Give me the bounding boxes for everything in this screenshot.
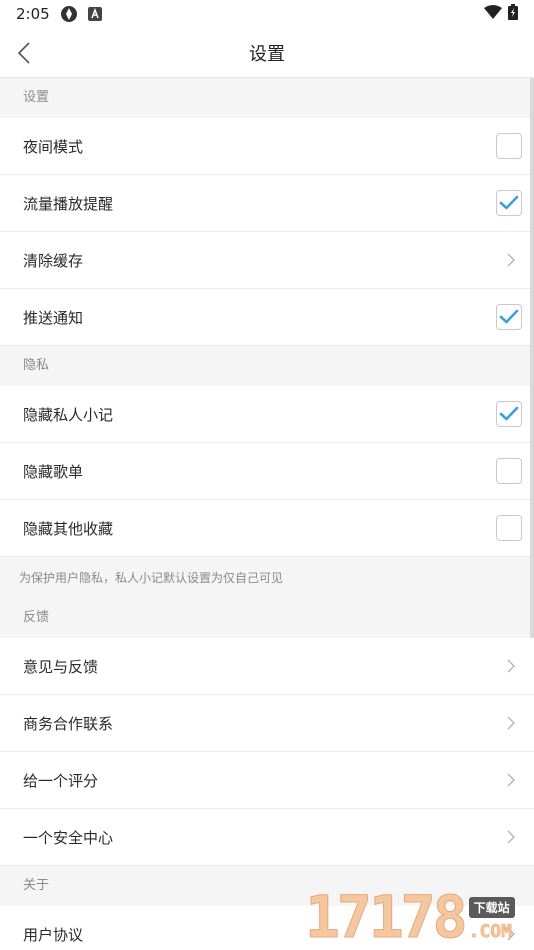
chevron-right-icon	[507, 253, 515, 267]
chevron-right-icon-wrap	[504, 830, 522, 844]
chevron-left-icon	[17, 42, 30, 64]
chevron-right-icon	[507, 773, 515, 787]
battery-icon	[508, 4, 518, 24]
checkbox-checked[interactable]	[496, 304, 522, 330]
scrollbar[interactable]	[530, 78, 534, 638]
settings-row[interactable]: 推送通知	[0, 289, 534, 346]
section-header: 反馈	[0, 598, 534, 638]
settings-row[interactable]: 一个安全中心	[0, 809, 534, 866]
checkmark-icon	[499, 195, 519, 210]
row-label: 推送通知	[23, 308, 84, 327]
settings-row[interactable]: 给一个评分	[0, 752, 534, 809]
watermark-domain: .COM	[468, 921, 512, 943]
settings-row[interactable]: 夜间模式	[0, 118, 534, 175]
checkbox-unchecked[interactable]	[496, 133, 522, 159]
watermark-badge: 下载站	[468, 897, 515, 918]
nav-bar: 设置	[0, 28, 534, 78]
row-label: 商务合作联系	[23, 714, 114, 733]
privacy-note: 为保护用户隐私，私人小记默认设置为仅自己可见	[0, 557, 534, 598]
back-button[interactable]	[12, 41, 36, 65]
status-time: 2:05	[16, 5, 50, 23]
row-label: 一个安全中心	[23, 828, 114, 847]
row-label: 隐藏歌单	[23, 462, 84, 481]
page-title: 设置	[249, 43, 285, 65]
row-label: 用户协议	[23, 925, 84, 944]
row-label: 隐藏私人小记	[23, 405, 114, 424]
settings-row[interactable]: 流量播放提醒	[0, 175, 534, 232]
checkbox-checked[interactable]	[496, 190, 522, 216]
chevron-right-icon-wrap	[504, 716, 522, 730]
checkmark-icon	[499, 309, 519, 324]
settings-list[interactable]: 设置夜间模式流量播放提醒 清除缓存推送通知隐私隐藏私人小记 隐藏歌单隐藏其他收藏为保…	[0, 78, 534, 950]
chevron-right-icon-wrap	[504, 253, 522, 267]
settings-row[interactable]: 隐藏歌单	[0, 443, 534, 500]
chevron-right-icon	[507, 830, 515, 844]
section-header: 隐私	[0, 346, 534, 386]
row-label: 意见与反馈	[23, 657, 99, 676]
settings-row[interactable]: 意见与反馈	[0, 638, 534, 695]
status-bar: 2:05	[0, 0, 534, 28]
row-label: 隐藏其他收藏	[23, 519, 114, 538]
chevron-right-icon	[507, 716, 515, 730]
settings-row[interactable]: 隐藏私人小记	[0, 386, 534, 443]
row-label: 给一个评分	[23, 771, 99, 790]
section-header: 设置	[0, 78, 534, 118]
settings-row[interactable]: 商务合作联系	[0, 695, 534, 752]
settings-row[interactable]: 隐藏其他收藏	[0, 500, 534, 557]
chevron-right-icon-wrap	[504, 659, 522, 673]
chevron-right-icon	[507, 659, 515, 673]
checkmark-icon	[499, 406, 519, 421]
watermark-number: 17178	[305, 883, 469, 950]
row-label: 流量播放提醒	[23, 194, 114, 213]
wifi-icon	[484, 5, 502, 23]
checkbox-checked[interactable]	[496, 401, 522, 427]
chevron-right-icon-wrap	[504, 773, 522, 787]
app-notification-icon	[60, 5, 78, 23]
row-label: 夜间模式	[23, 137, 84, 156]
a-notification-icon	[87, 7, 102, 21]
checkbox-unchecked[interactable]	[496, 515, 522, 541]
settings-row[interactable]: 清除缓存	[0, 232, 534, 289]
row-label: 清除缓存	[23, 251, 84, 270]
watermark-logo: 17178 下载站 .COM	[305, 883, 530, 950]
checkbox-unchecked[interactable]	[496, 458, 522, 484]
